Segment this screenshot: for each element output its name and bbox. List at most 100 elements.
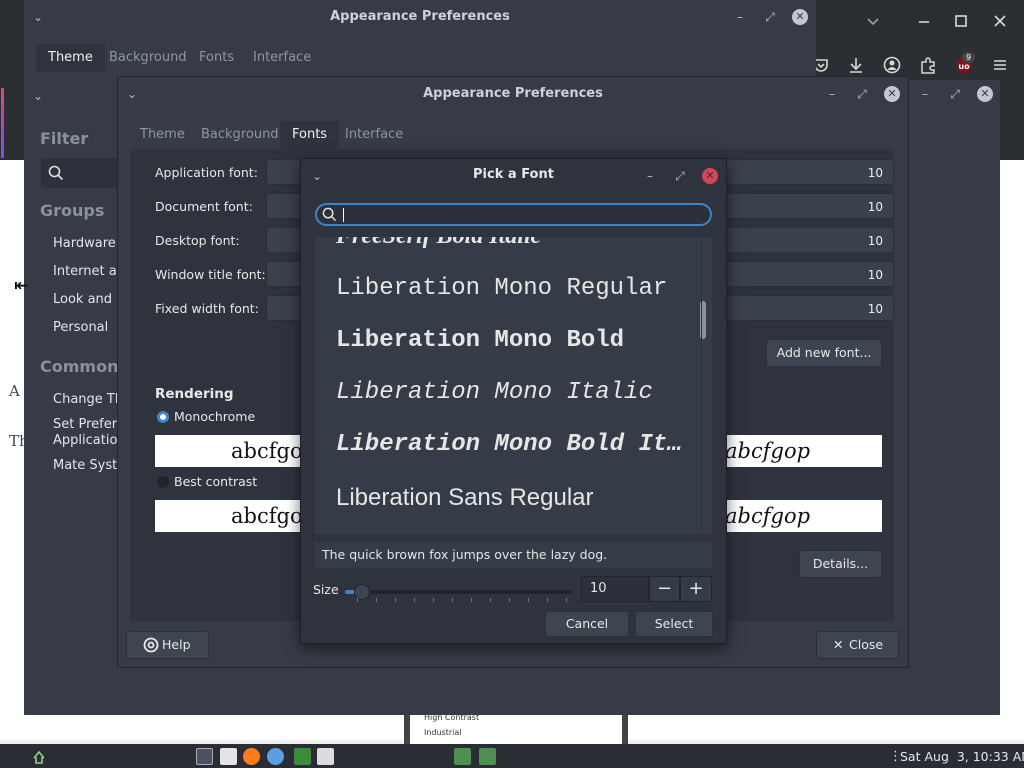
files-icon[interactable] xyxy=(220,748,237,765)
terminal-icon[interactable] xyxy=(196,748,213,765)
tab-interface[interactable]: Interface xyxy=(253,44,311,72)
search-icon xyxy=(322,207,337,222)
font-list-item[interactable]: Liberation Mono Italic xyxy=(336,379,686,406)
svg-text:uo: uo xyxy=(958,62,970,71)
minimize-icon[interactable] xyxy=(913,10,935,32)
close-icon[interactable]: ✕ xyxy=(792,9,808,25)
document-font-label: Document font: xyxy=(155,199,253,214)
filter-heading: Filter xyxy=(40,129,89,148)
pick-font-dialog: Pick a Font ⌄ – ⤢ ✕ FreeSerif Bold Itali… xyxy=(300,158,727,644)
preview-sample: abcfgop xyxy=(725,439,811,463)
close-button[interactable]: ✕ Close xyxy=(816,631,899,659)
font-list-item[interactable]: Liberation Sans Regular xyxy=(336,484,686,512)
slider-tick xyxy=(509,598,510,602)
cancel-button[interactable]: Cancel xyxy=(545,611,629,637)
window-menu-icon[interactable]: ⌄ xyxy=(30,88,46,104)
help-label: Help xyxy=(162,637,191,652)
maximize-icon[interactable]: ⤢ xyxy=(947,86,963,102)
extensions-icon[interactable] xyxy=(917,54,939,76)
monochrome-radio[interactable] xyxy=(157,411,169,423)
scrollbar-track xyxy=(701,237,702,534)
clock[interactable]: Sat Aug 3, 10:33 AM xyxy=(900,749,1024,764)
group-item[interactable]: Hardware xyxy=(53,236,116,251)
slider-tick xyxy=(490,598,491,602)
tab-interface[interactable]: Interface xyxy=(345,121,403,149)
common-item[interactable]: Mate Syste xyxy=(53,458,125,473)
maximize-icon[interactable]: ⤢ xyxy=(762,9,778,25)
font-list-item[interactable]: Liberation Sans Bold xyxy=(336,533,686,534)
size-spinbutton[interactable]: 10 − + xyxy=(581,576,712,602)
fixed-width-font-label: Fixed width font: xyxy=(155,301,259,316)
mate-menu-icon[interactable] xyxy=(31,748,48,765)
search-icon xyxy=(48,165,64,181)
editor-icon[interactable] xyxy=(294,748,311,765)
groups-heading: Groups xyxy=(40,201,105,220)
calculator-icon[interactable] xyxy=(317,748,334,765)
maximize-icon[interactable]: ⤢ xyxy=(854,86,870,102)
appearance-task-icon[interactable] xyxy=(479,748,496,765)
window-menu-icon[interactable]: ⌄ xyxy=(30,9,46,25)
minimize-icon[interactable]: – xyxy=(642,168,658,184)
close-label: Close xyxy=(849,637,884,652)
chevron-down-icon[interactable] xyxy=(862,10,884,32)
close-icon[interactable]: ✕ xyxy=(977,86,993,102)
window-menu-icon[interactable]: ⌄ xyxy=(309,168,325,184)
tab-fonts[interactable]: Fonts xyxy=(199,44,234,72)
best-contrast-radio[interactable] xyxy=(157,476,169,488)
plus-icon: + xyxy=(688,578,704,599)
select-button[interactable]: Select xyxy=(635,611,713,637)
tab-accent xyxy=(1,88,4,158)
account-icon[interactable] xyxy=(881,54,903,76)
details-button[interactable]: Details... xyxy=(799,550,882,578)
appearance-window-back: Appearance Preferences ⌄ – ⤢ ✕ Theme Bac… xyxy=(24,0,816,80)
maximize-icon[interactable]: ⤢ xyxy=(672,168,688,184)
tab-background[interactable]: Background xyxy=(109,44,187,72)
tab-theme[interactable]: Theme xyxy=(36,44,105,72)
size-slider[interactable] xyxy=(345,584,571,602)
minimize-icon[interactable]: – xyxy=(917,86,933,102)
font-search-input[interactable] xyxy=(315,203,712,226)
control-center-body xyxy=(907,80,1000,660)
appearance-task-icon[interactable] xyxy=(454,748,471,765)
font-list-item[interactable]: Liberation Mono Regular xyxy=(336,275,686,302)
firefox-icon[interactable] xyxy=(243,748,260,765)
common-item[interactable]: Change Th xyxy=(53,392,123,407)
menu-icon[interactable] xyxy=(989,54,1011,76)
best-contrast-label: Best contrast xyxy=(174,474,258,489)
tab-fonts[interactable]: Fonts xyxy=(280,121,340,149)
tab-theme[interactable]: Theme xyxy=(140,121,185,149)
minimize-icon[interactable]: – xyxy=(732,9,748,25)
notification-badge: 9 xyxy=(962,52,975,63)
taskbar: ⋮ Sat Aug 3, 10:33 AM xyxy=(0,744,1024,768)
group-item[interactable]: Personal xyxy=(53,320,108,335)
maximize-icon[interactable] xyxy=(950,10,972,32)
control-center-body xyxy=(224,660,1000,715)
download-icon[interactable] xyxy=(845,54,867,76)
close-icon[interactable] xyxy=(989,10,1011,32)
decrease-button[interactable]: − xyxy=(649,576,680,602)
size-value-input[interactable]: 10 xyxy=(581,576,649,602)
common-item[interactable]: Application xyxy=(53,433,126,448)
add-new-font-button[interactable]: Add new font... xyxy=(766,339,882,367)
font-list-item[interactable]: Liberation Mono Bold xyxy=(336,327,686,354)
window-menu-icon[interactable]: ⌄ xyxy=(124,86,140,102)
close-icon[interactable]: ✕ xyxy=(702,168,718,184)
window-title: Appearance Preferences xyxy=(423,86,603,101)
close-icon[interactable]: ✕ xyxy=(884,86,900,102)
dialog-title: Pick a Font xyxy=(473,167,554,182)
font-list[interactable]: FreeSerif Bold Italic Liberation Mono Reg… xyxy=(315,237,712,534)
minimize-icon[interactable]: – xyxy=(824,86,840,102)
network-icon[interactable] xyxy=(267,748,284,765)
increase-button[interactable]: + xyxy=(680,576,712,602)
help-button[interactable]: Help xyxy=(126,631,209,659)
font-list-item[interactable]: FreeSerif Bold Italic xyxy=(336,237,686,250)
size-label: Size xyxy=(313,582,339,597)
resize-cursor-icon: ⇤ xyxy=(14,276,29,296)
group-item[interactable]: Look and F xyxy=(53,292,124,307)
font-preview-text[interactable]: The quick brown fox jumps over the lazy … xyxy=(315,542,712,568)
common-item[interactable]: Set Prefer xyxy=(53,417,117,432)
slider-tick xyxy=(395,598,396,602)
tab-background[interactable]: Background xyxy=(201,121,279,149)
window-title: Appearance Preferences xyxy=(330,9,510,24)
font-list-item[interactable]: Liberation Mono Bold Italic xyxy=(336,431,686,458)
